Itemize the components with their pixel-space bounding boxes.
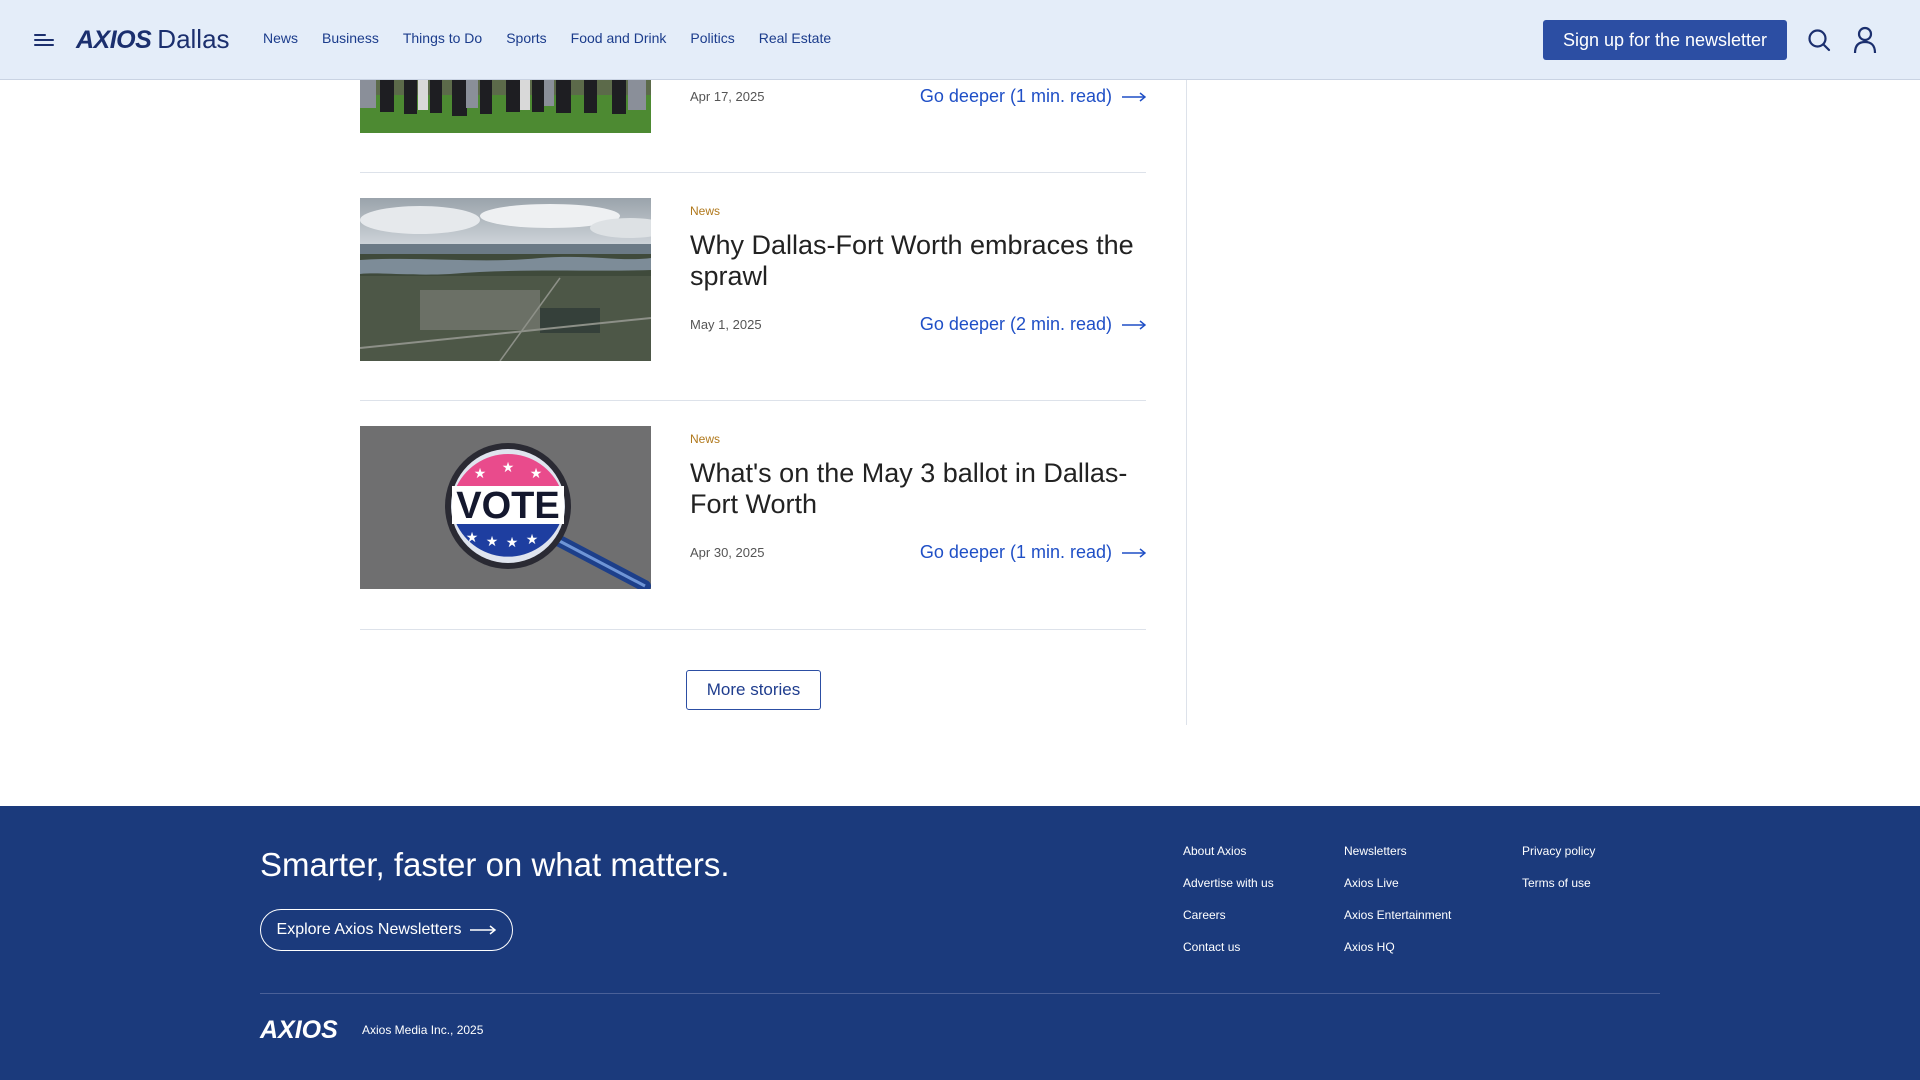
go-deeper-label: Go deeper (1 min. read) xyxy=(919,86,1112,106)
story-headline[interactable]: What's on the May 3 ballot in Dallas-For… xyxy=(690,458,1146,520)
more-stories-button[interactable]: More stories xyxy=(686,670,821,710)
story-headline[interactable]: Why Dallas-Fort Worth embraces the spraw… xyxy=(690,230,1146,292)
menu-icon[interactable] xyxy=(34,32,54,48)
footer-link-axios-entertainment[interactable]: Axios Entertainment xyxy=(1344,908,1451,940)
column-divider xyxy=(1186,80,1187,725)
footer-link-careers[interactable]: Careers xyxy=(1183,908,1274,940)
story-divider xyxy=(360,172,1146,173)
brand-city: Dallas xyxy=(157,24,230,54)
nav-item-business[interactable]: Business xyxy=(322,30,379,46)
footer-links-products: Newsletters Axios Live Axios Entertainme… xyxy=(1344,844,1451,972)
axios-wordmark: AXIOS xyxy=(76,26,152,54)
footer-divider xyxy=(260,993,1660,994)
nav-item-food-and-drink[interactable]: Food and Drink xyxy=(571,30,667,46)
footer-link-terms[interactable]: Terms of use xyxy=(1522,876,1595,908)
story-image-aerial[interactable] xyxy=(360,198,651,361)
story-meta: Apr 17, 2025 Go deeper (1 min. read) xyxy=(690,86,1146,107)
explore-newsletters-button[interactable]: Explore Axios Newsletters xyxy=(260,909,513,951)
explore-newsletters-label: Explore Axios Newsletters xyxy=(276,921,462,938)
nav-item-sports[interactable]: Sports xyxy=(506,30,546,46)
story-meta: Apr 30, 2025 Go deeper (1 min. read) xyxy=(690,542,1146,563)
svg-text:★: ★ xyxy=(486,534,499,550)
story-meta: May 1, 2025 Go deeper (2 min. read) xyxy=(690,314,1146,335)
nav-item-politics[interactable]: Politics xyxy=(690,30,734,46)
go-deeper-label: Go deeper (2 min. read) xyxy=(919,314,1112,334)
search-icon[interactable] xyxy=(1807,28,1831,52)
site-header: AXIOS Dallas News Business Things to Do … xyxy=(0,0,1920,80)
nav-item-news[interactable]: News xyxy=(263,30,298,46)
footer-links-company: About Axios Advertise with us Careers Co… xyxy=(1183,844,1274,972)
story-date: Apr 30, 2025 xyxy=(690,545,765,560)
footer-tagline: Smarter, faster on what matters. xyxy=(260,846,730,883)
go-deeper-label: Go deeper (1 min. read) xyxy=(919,542,1112,562)
footer-link-axios-live[interactable]: Axios Live xyxy=(1344,876,1451,908)
story-card[interactable]: VOTE ★ ★ ★ ★ ★ ★ ★ News What's on the May 3 b… xyxy=(360,426,1146,589)
user-icon[interactable] xyxy=(1853,26,1877,54)
story-kicker[interactable]: News xyxy=(690,204,1146,218)
footer-link-axios-hq[interactable]: Axios HQ xyxy=(1344,940,1451,972)
story-body: News Why Dallas-Fort Worth embraces the … xyxy=(690,204,1146,292)
go-deeper-link[interactable]: Go deeper (1 min. read) xyxy=(920,86,1146,107)
nav-item-real-estate[interactable]: Real Estate xyxy=(759,30,831,46)
go-deeper-link[interactable]: Go deeper (1 min. read) xyxy=(920,542,1146,563)
story-divider xyxy=(360,400,1146,401)
story-divider xyxy=(360,629,1146,630)
story-date: Apr 17, 2025 xyxy=(690,89,765,104)
arrow-right-icon xyxy=(1122,547,1146,558)
newsletter-signup-button[interactable]: Sign up for the newsletter xyxy=(1543,20,1787,60)
footer-link-advertise[interactable]: Advertise with us xyxy=(1183,876,1274,908)
story-kicker[interactable]: News xyxy=(690,432,1146,446)
footer-axios-logo[interactable]: AXIOS xyxy=(260,1016,338,1045)
footer-copyright: Axios Media Inc., 2025 xyxy=(362,1023,484,1037)
svg-text:★: ★ xyxy=(526,532,539,548)
brand-logo[interactable]: AXIOS Dallas xyxy=(76,24,230,54)
story-date: May 1, 2025 xyxy=(690,317,762,332)
footer-link-contact[interactable]: Contact us xyxy=(1183,940,1274,972)
svg-text:★: ★ xyxy=(506,535,519,551)
nav-item-things-to-do[interactable]: Things to Do xyxy=(403,30,482,46)
story-card[interactable]: News Why Dallas-Fort Worth embraces the … xyxy=(360,198,1146,361)
footer-links-legal: Privacy policy Terms of use xyxy=(1522,844,1595,908)
svg-text:★: ★ xyxy=(466,530,479,546)
svg-text:★: ★ xyxy=(474,466,487,482)
story-body: News What's on the May 3 ballot in Dalla… xyxy=(690,432,1146,520)
go-deeper-link[interactable]: Go deeper (2 min. read) xyxy=(920,314,1146,335)
footer-link-newsletters[interactable]: Newsletters xyxy=(1344,844,1451,876)
arrow-right-icon xyxy=(1122,91,1146,102)
footer-link-privacy[interactable]: Privacy policy xyxy=(1522,844,1595,876)
footer-link-about[interactable]: About Axios xyxy=(1183,844,1274,876)
arrow-right-icon xyxy=(1122,319,1146,330)
svg-text:★: ★ xyxy=(502,460,515,476)
arrow-right-icon xyxy=(470,925,497,935)
vote-badge-text: VOTE xyxy=(456,485,559,527)
main-nav: News Business Things to Do Sports Food a… xyxy=(263,30,855,46)
svg-text:★: ★ xyxy=(530,466,543,482)
site-footer: Smarter, faster on what matters. Explore… xyxy=(0,806,1920,1080)
story-image-vote[interactable]: VOTE ★ ★ ★ ★ ★ ★ ★ xyxy=(360,426,651,589)
